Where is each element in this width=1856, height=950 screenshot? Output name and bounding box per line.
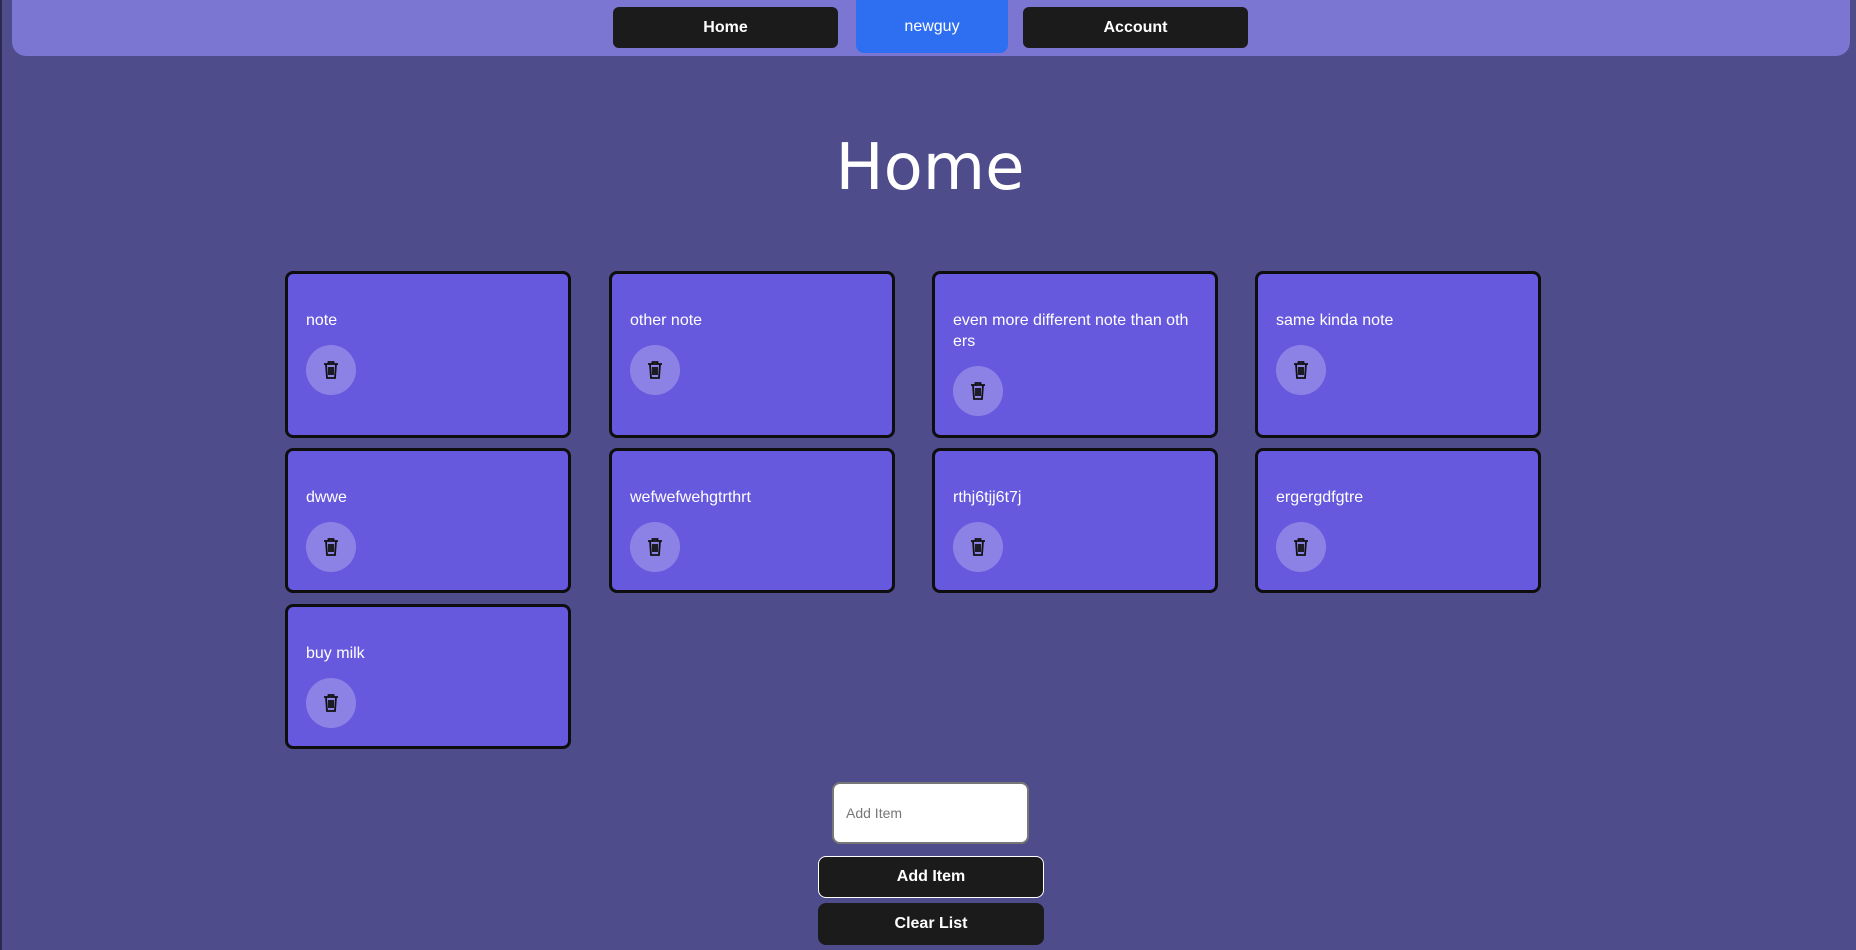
note-text: wefwefwehgtrthrt — [630, 489, 751, 506]
trash-icon — [647, 361, 663, 379]
trash-icon — [970, 382, 986, 400]
delete-note-button[interactable] — [1276, 522, 1326, 572]
delete-note-button[interactable] — [1276, 345, 1326, 395]
note-card: wefwefwehgtrthrt — [609, 448, 895, 593]
note-text: rthj6tjj6t7j — [953, 489, 1022, 506]
delete-note-button[interactable] — [306, 678, 356, 728]
trash-icon — [323, 694, 339, 712]
top-navbar: Home newguy Account — [12, 0, 1850, 56]
note-card: other note — [609, 271, 895, 438]
note-text: same kinda note — [1276, 312, 1394, 329]
note-card: ergergdfgtre — [1255, 448, 1541, 593]
note-card: buy milk — [285, 604, 571, 749]
note-card: rthj6tjj6t7j — [932, 448, 1218, 593]
page: Home newguy Account Home note other note… — [0, 0, 1856, 950]
nav-home-button[interactable]: Home — [613, 7, 838, 48]
trash-icon — [323, 538, 339, 556]
note-card: even more different note than others — [932, 271, 1218, 438]
trash-icon — [970, 538, 986, 556]
add-item-input[interactable] — [832, 782, 1029, 844]
note-text: buy milk — [306, 645, 365, 662]
note-card: same kinda note — [1255, 271, 1541, 438]
add-item-button[interactable]: Add Item — [818, 856, 1044, 898]
trash-icon — [323, 361, 339, 379]
delete-note-button[interactable] — [630, 522, 680, 572]
note-card: dwwe — [285, 448, 571, 593]
page-title: Home — [835, 131, 1025, 205]
note-card: note — [285, 271, 571, 438]
delete-note-button[interactable] — [953, 366, 1003, 416]
nav-account-button[interactable]: Account — [1023, 7, 1248, 48]
trash-icon — [1293, 538, 1309, 556]
note-text: even more different note than others — [953, 312, 1189, 350]
note-text: note — [306, 312, 338, 329]
delete-note-button[interactable] — [953, 522, 1003, 572]
delete-note-button[interactable] — [306, 522, 356, 572]
note-text: dwwe — [306, 489, 347, 506]
trash-icon — [1293, 361, 1309, 379]
nav-user-button[interactable]: newguy — [856, 0, 1008, 53]
delete-note-button[interactable] — [630, 345, 680, 395]
note-text: other note — [630, 312, 703, 329]
delete-note-button[interactable] — [306, 345, 356, 395]
note-text: ergergdfgtre — [1276, 489, 1364, 506]
clear-list-button[interactable]: Clear List — [818, 903, 1044, 945]
trash-icon — [647, 538, 663, 556]
